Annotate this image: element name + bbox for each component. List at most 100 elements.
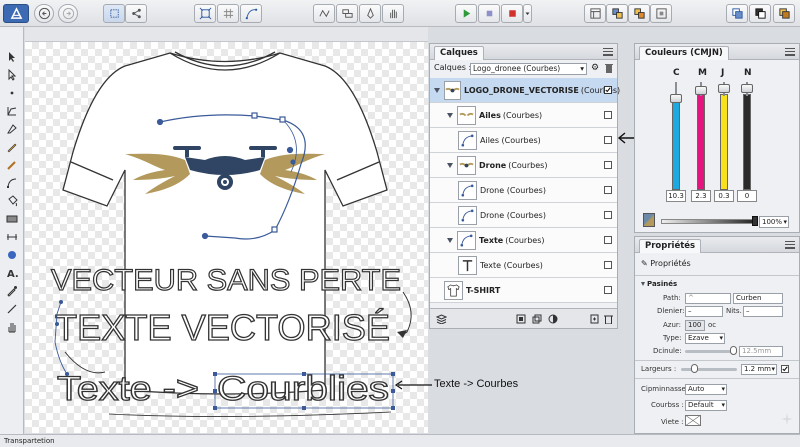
layer-visible-checkbox[interactable] [604, 261, 612, 269]
largeurs-checkbox[interactable] [781, 365, 789, 373]
layer-row-drone[interactable]: Drone (Courbes) [430, 153, 617, 178]
run-button[interactable] [455, 4, 477, 23]
layer-row-texte[interactable]: Texte (Courbes) [430, 228, 617, 253]
color-menu-icon[interactable] [785, 47, 795, 56]
largeurs-knob[interactable] [691, 364, 698, 373]
table-view-button[interactable] [584, 4, 606, 23]
layer-visible-checkbox[interactable] [604, 111, 612, 119]
stop-button[interactable] [501, 4, 523, 23]
azur-input[interactable]: 100 [685, 320, 705, 331]
layer-row-ailes[interactable]: Ailes (Courbes) [430, 103, 617, 128]
expand-icon[interactable] [447, 162, 453, 168]
forward-button[interactable] [58, 4, 78, 23]
layers-menu-icon[interactable] [603, 47, 613, 56]
viete-preview[interactable] [685, 415, 701, 426]
channel-bar-m[interactable] [697, 94, 705, 190]
layer-visible-checkbox[interactable] [604, 136, 612, 144]
adjust-icon[interactable] [548, 314, 558, 324]
layer-visible-checkbox[interactable] [604, 161, 612, 169]
color-swatch[interactable] [643, 213, 655, 227]
path-input[interactable]: ^ [685, 293, 731, 304]
pencil-tool[interactable] [3, 139, 21, 155]
dcinule-knob[interactable] [730, 346, 737, 355]
channel-knob-m[interactable] [695, 86, 707, 96]
fill-tool[interactable] [3, 193, 21, 209]
channel-knob-j[interactable] [718, 84, 730, 94]
layers-stack-icon[interactable] [436, 314, 447, 324]
knife-tool[interactable] [3, 301, 21, 317]
expand-icon[interactable] [447, 112, 453, 118]
pen-button[interactable] [359, 4, 381, 23]
canvas-text-2[interactable]: TEXTE VECTORISÉ [54, 306, 390, 348]
layer-row-drone-curves-1[interactable]: Drone (Courbes) [430, 178, 617, 203]
layers-selector[interactable]: Logo_dronee (Courbes) ▾ [470, 63, 587, 75]
opacity-slider[interactable] [661, 219, 757, 224]
tab-calques[interactable]: Calques [434, 45, 484, 60]
point-tool[interactable] [3, 85, 21, 101]
trash-icon[interactable] [605, 63, 613, 73]
layer-row-tshirt[interactable]: T-SHIRT [430, 278, 617, 303]
hand-button[interactable] [382, 4, 404, 23]
tab-couleurs[interactable]: Couleurs (CMJN) [639, 45, 729, 60]
pause-button[interactable] [478, 4, 500, 23]
channel-value-n[interactable]: 0 [737, 190, 757, 202]
expand-icon[interactable] [434, 87, 440, 93]
dernier-input[interactable]: – [685, 306, 723, 317]
layer-row-texte-curves[interactable]: Texte (Courbes) [430, 253, 617, 278]
grid-button[interactable] [217, 4, 239, 23]
back-button[interactable] [34, 4, 54, 23]
layer-visible-checkbox[interactable] [604, 211, 612, 219]
transform-tool[interactable] [3, 103, 21, 119]
layer-row-drone-curves-2[interactable]: Drone (Courbes) [430, 203, 617, 228]
back-layer-button[interactable] [749, 4, 771, 23]
cpminnasse-select[interactable]: Auto ▾ [685, 384, 727, 395]
dcinule-input[interactable]: 12.5mm [739, 346, 783, 357]
pointer-tool[interactable] [3, 49, 21, 65]
eyedropper-tool[interactable] [3, 283, 21, 299]
opacity-knob[interactable] [752, 216, 758, 226]
run-options-dropdown[interactable] [523, 4, 532, 23]
channel-value-j[interactable]: 0.3 [714, 190, 734, 202]
channel-value-c[interactable]: 10.3 [666, 190, 686, 202]
arrange-button[interactable] [606, 4, 628, 23]
props-menu-icon[interactable] [785, 240, 795, 249]
nits-input[interactable]: – [743, 306, 783, 317]
opacity-input[interactable]: 100% ▾ [759, 216, 789, 228]
layer-row-ailes-curves[interactable]: Ailes (Courbes) [430, 128, 617, 153]
node-edit-tool[interactable] [3, 175, 21, 191]
section-pasines[interactable]: Pasinés [641, 280, 677, 288]
front-button[interactable] [726, 4, 748, 23]
align-button[interactable] [336, 4, 358, 23]
courbes-select[interactable]: Default ▾ [685, 400, 727, 411]
delete-layer-icon[interactable] [604, 314, 613, 324]
channel-value-m[interactable]: 2.3 [691, 190, 711, 202]
tab-proprietes[interactable]: Propriétés [639, 238, 702, 253]
duplicate-icon[interactable] [532, 314, 542, 324]
canvas-text-1[interactable]: VECTEUR SANS PERTE [50, 263, 401, 297]
canvas-text-3a[interactable]: Texte -> [56, 369, 199, 408]
text-tool[interactable]: A. [3, 265, 21, 281]
expand-icon[interactable] [447, 237, 453, 243]
boolean-button[interactable] [628, 4, 650, 23]
brush-tool[interactable] [3, 157, 21, 173]
design-canvas[interactable]: VECTEUR SANS PERTE TEXTE VECTORISÉ Texte… [25, 42, 428, 433]
layer-visible-checkbox[interactable] [604, 186, 612, 194]
channel-bar-c[interactable] [672, 94, 680, 190]
select-mode-button[interactable] [103, 4, 125, 23]
layer-visible-checkbox[interactable] [604, 236, 612, 244]
gear-icon[interactable]: ⚙ [591, 63, 599, 73]
channel-knob-c[interactable] [670, 93, 682, 103]
channel-bar-n[interactable] [743, 94, 751, 190]
largeurs-input[interactable]: 1.2 mm ▾ [741, 364, 777, 375]
pen-tool[interactable] [3, 121, 21, 137]
layer-row-logo[interactable]: LOGO_DRONE_VECTORISE (Courbes) [430, 78, 620, 103]
layer-visible-checkbox[interactable] [604, 86, 612, 94]
type-select[interactable]: Ezave ▾ [685, 333, 725, 344]
path-name-field[interactable]: Curben [733, 293, 783, 304]
snap-button[interactable] [194, 4, 216, 23]
group-button[interactable] [650, 4, 672, 23]
channel-knob-n[interactable] [741, 84, 753, 93]
new-layer-icon[interactable] [590, 314, 599, 324]
transparency-tool[interactable] [3, 229, 21, 245]
layer-stack-button[interactable] [773, 4, 795, 23]
